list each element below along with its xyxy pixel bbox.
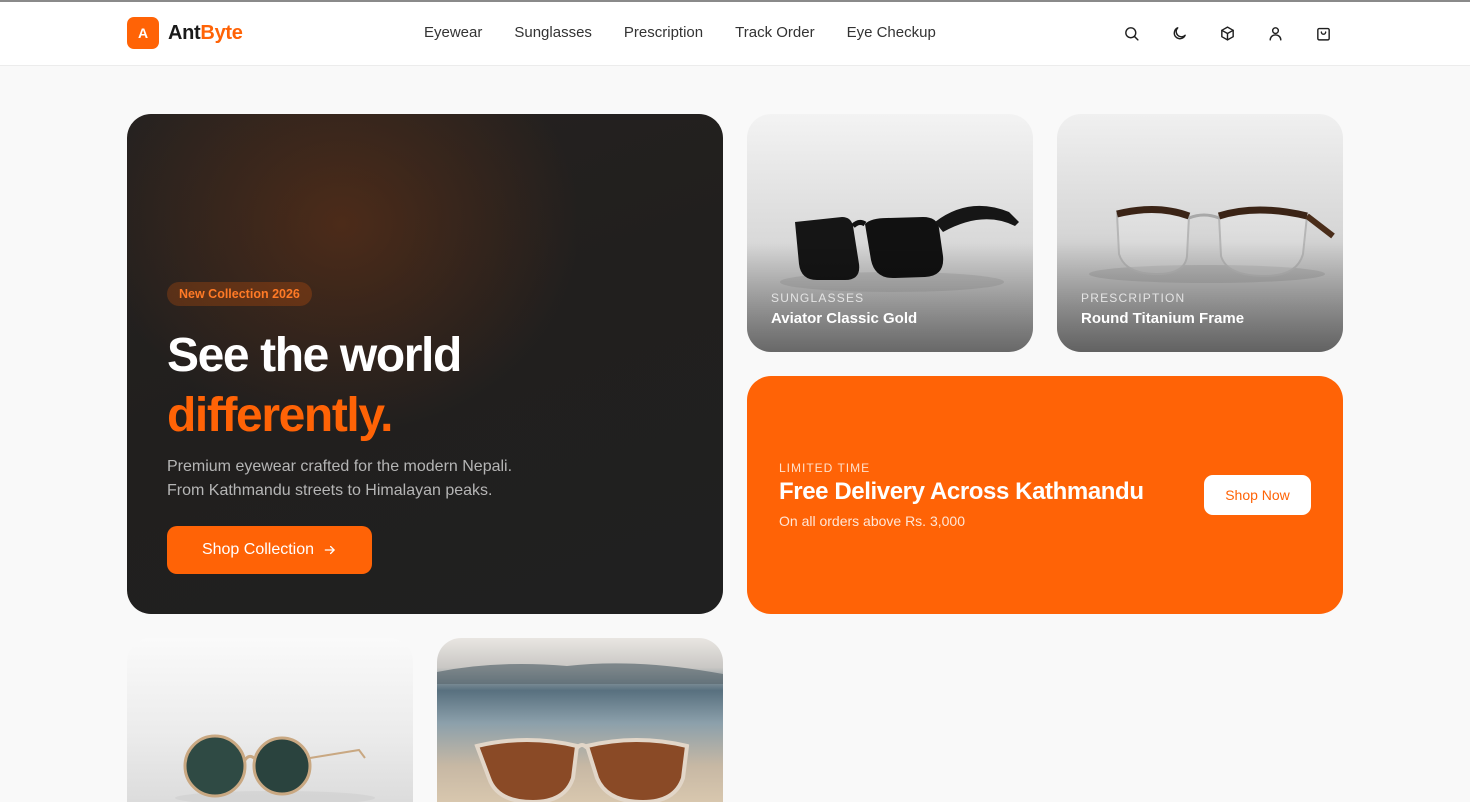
moon-icon[interactable] xyxy=(1168,22,1190,44)
product-card-beach-sunglasses[interactable] xyxy=(437,638,723,802)
hero-subtitle: Premium eyewear crafted for the modern N… xyxy=(167,455,587,503)
hero-title: See the world differently. xyxy=(167,326,462,446)
nav-item-sunglasses[interactable]: Sunglasses xyxy=(514,24,592,41)
hero-banner: New Collection 2026 See the world differ… xyxy=(127,114,723,614)
arrow-right-icon xyxy=(324,545,335,555)
brand-name-part1: Ant xyxy=(168,21,201,44)
shop-now-button[interactable]: Shop Now xyxy=(1204,475,1311,515)
hero-subtitle-line2: From Kathmandu streets to Himalayan peak… xyxy=(167,482,493,499)
nav-item-eye-checkup[interactable]: Eye Checkup xyxy=(847,24,936,41)
brand-name-part2: Byte xyxy=(200,21,243,44)
header-actions xyxy=(1120,22,1334,44)
brand-name: AntByte xyxy=(168,22,243,45)
product-name: Round Titanium Frame xyxy=(1081,310,1245,327)
user-icon[interactable] xyxy=(1264,22,1286,44)
logo-badge: A xyxy=(127,17,159,49)
brand-logo[interactable]: A AntByte xyxy=(127,17,243,49)
main-nav: Eyewear Sunglasses Prescription Track Or… xyxy=(424,24,968,41)
beach-sunglasses-image xyxy=(437,663,723,802)
product-card-prescription[interactable]: PRESCRIPTION Round Titanium Frame xyxy=(1057,114,1343,352)
search-icon[interactable] xyxy=(1120,22,1142,44)
hero-title-line2: differently. xyxy=(167,389,393,442)
product-card-sunglasses[interactable]: SUNGLASSES Aviator Classic Gold xyxy=(747,114,1033,352)
shop-collection-button[interactable]: Shop Collection xyxy=(167,526,372,574)
nav-item-track-order[interactable]: Track Order xyxy=(735,24,814,41)
hero-subtitle-line1: Premium eyewear crafted for the modern N… xyxy=(167,458,513,475)
collection-badge: New Collection 2026 xyxy=(167,282,312,306)
box-icon[interactable] xyxy=(1216,22,1238,44)
promo-banner: LIMITED TIME Free Delivery Across Kathma… xyxy=(747,376,1343,614)
product-card-round-sunglasses[interactable] xyxy=(127,638,413,802)
promo-title: Free Delivery Across Kathmandu xyxy=(779,478,1144,505)
product-category: SUNGLASSES xyxy=(771,291,865,305)
hero-title-line1: See the world xyxy=(167,329,462,382)
shopping-bag-icon[interactable] xyxy=(1312,22,1334,44)
round-sunglasses-image xyxy=(175,734,375,802)
product-category: PRESCRIPTION xyxy=(1081,291,1186,305)
product-name: Aviator Classic Gold xyxy=(771,310,918,327)
shop-collection-label: Shop Collection xyxy=(201,541,315,558)
nav-item-eyewear[interactable]: Eyewear xyxy=(424,24,482,41)
promo-tag: LIMITED TIME xyxy=(779,461,871,475)
site-header: A AntByte Eyewear Sunglasses Prescriptio… xyxy=(0,2,1470,66)
nav-item-prescription[interactable]: Prescription xyxy=(624,24,703,41)
promo-description: On all orders above Rs. 3,000 xyxy=(779,513,965,529)
